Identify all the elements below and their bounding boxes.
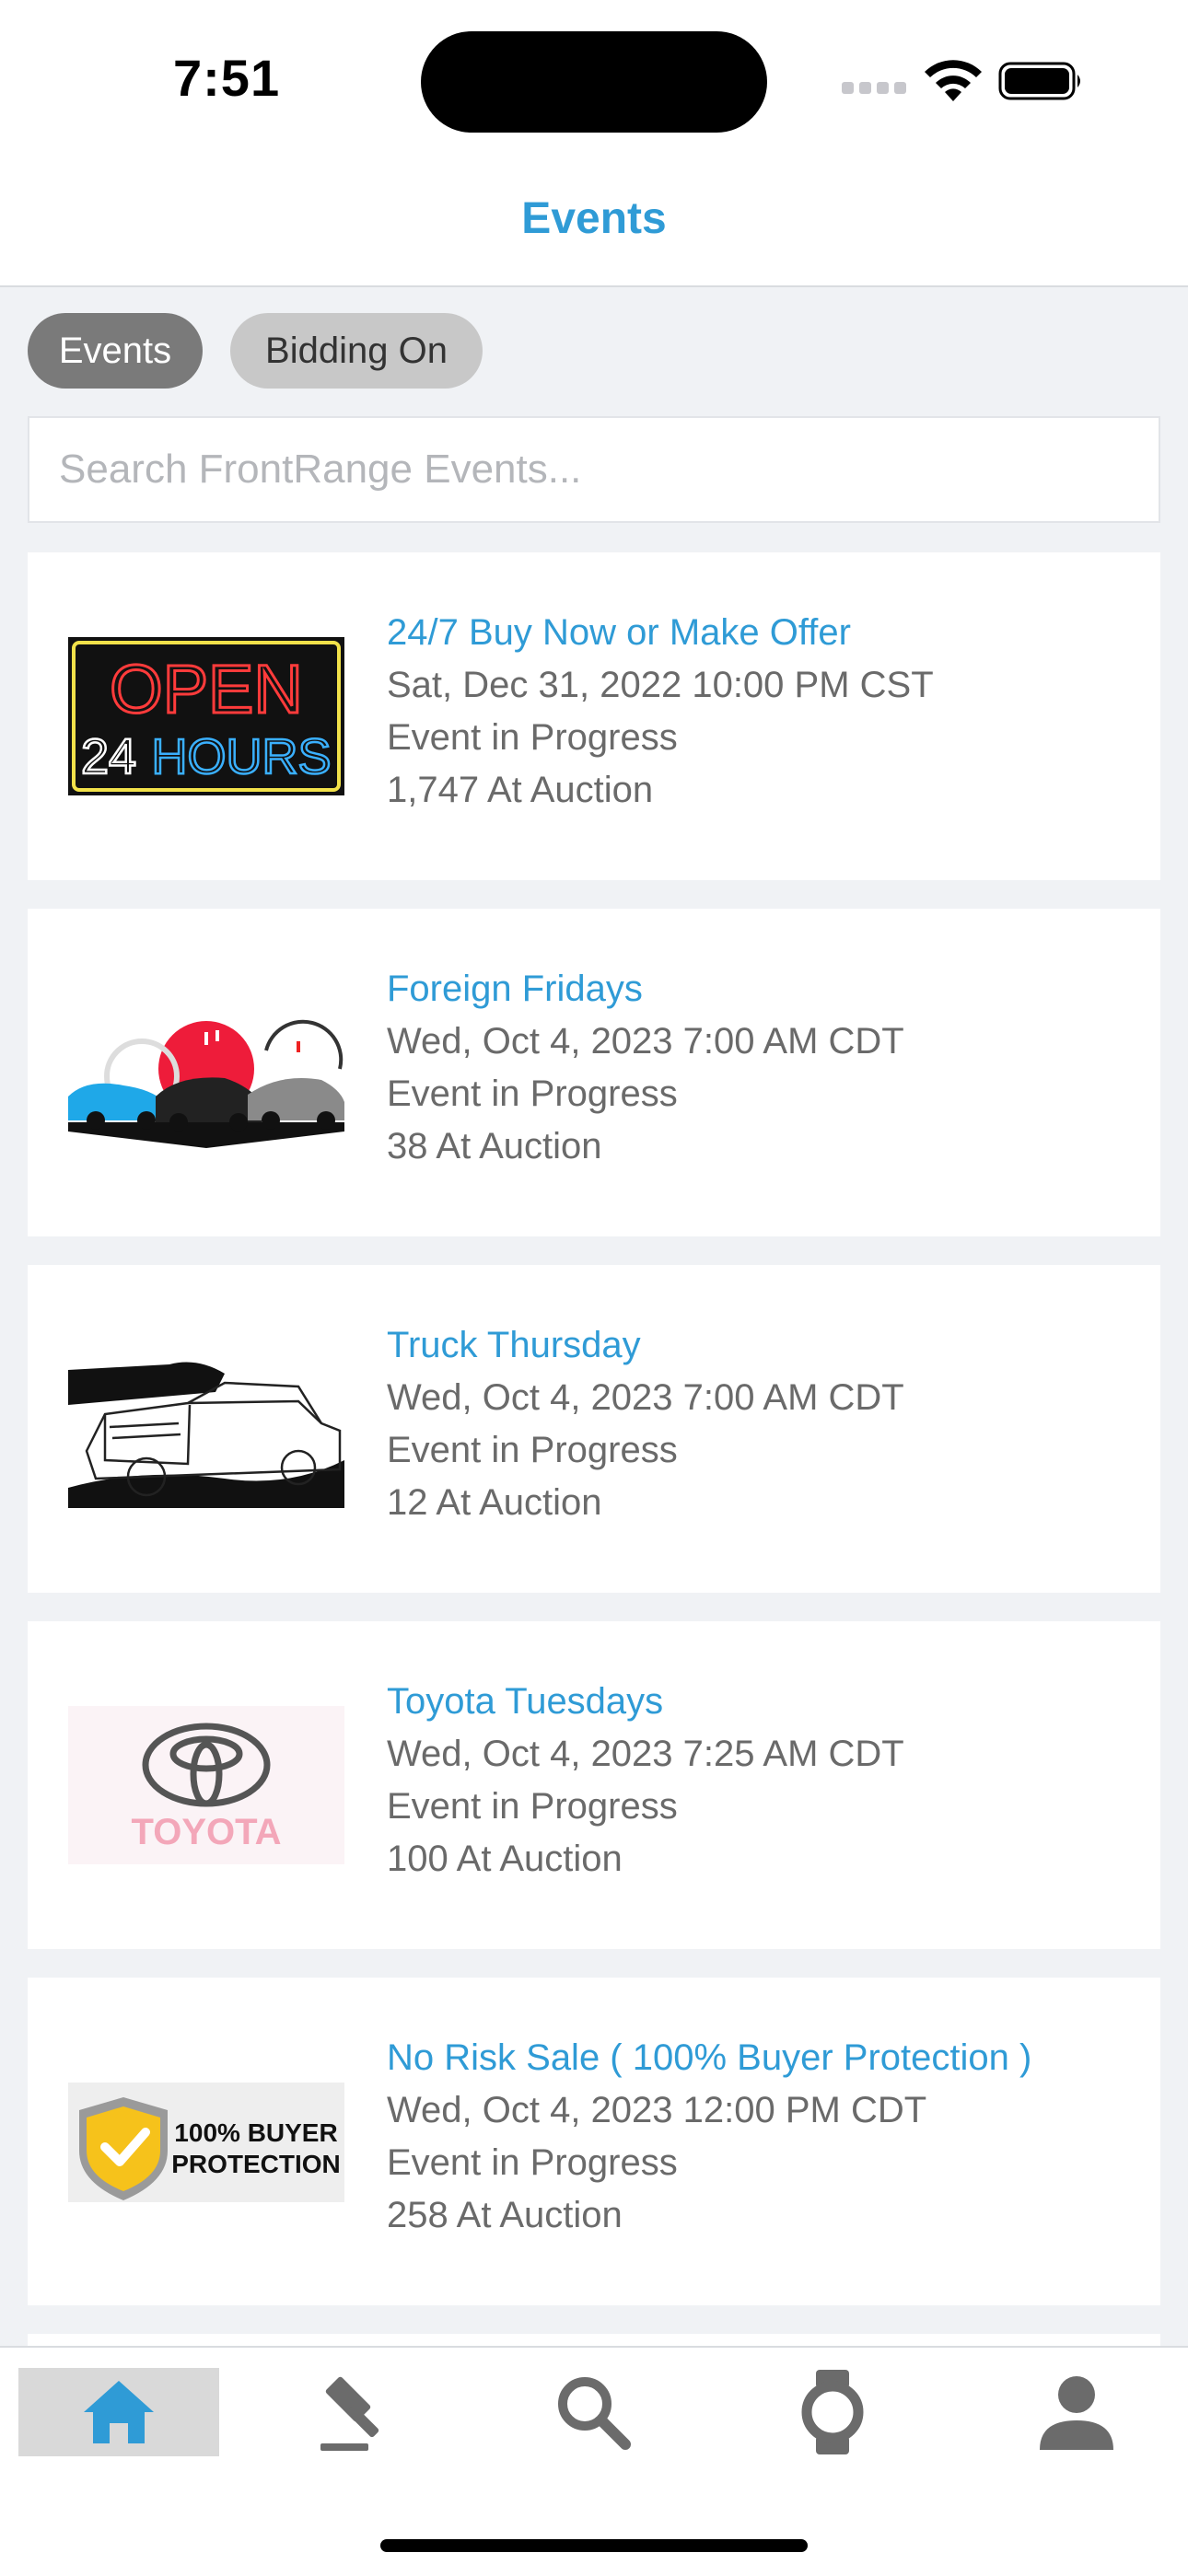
segment-bidding-on[interactable]: Bidding On (230, 313, 483, 389)
pickup-truck-thumbnail (68, 1350, 344, 1508)
page-title: Events (521, 194, 667, 243)
tab-home[interactable] (18, 2368, 219, 2456)
battery-icon (998, 62, 1080, 100)
tab-bids[interactable] (253, 2368, 454, 2456)
event-status: Event in Progress (387, 1430, 678, 1470)
event-count: 100 At Auction (387, 1839, 623, 1879)
event-count: 1,747 At Auction (387, 770, 654, 810)
event-title[interactable]: No Risk Sale ( 100% Buyer Protection ) (387, 2031, 1142, 2084)
toyota-logo-text: TOYOTA (132, 1812, 282, 1852)
event-card[interactable]: OPEN 24 HOURS 24/7 Buy Now or Make Offer… (28, 552, 1160, 880)
status-time: 7:51 (173, 49, 281, 107)
event-card[interactable]: 100% BUYER PROTECTION No Risk Sale ( 100… (28, 1978, 1160, 2305)
event-card[interactable]: TOYOTA Toyota Tuesdays Wed, Oct 4, 2023 … (28, 1621, 1160, 1949)
open-24-hours-thumbnail: OPEN 24 HOURS (68, 637, 344, 795)
event-status: Event in Progress (387, 717, 678, 758)
event-title[interactable]: Foreign Fridays (387, 962, 1142, 1015)
thumb-24-text: 24 (81, 729, 136, 784)
search-icon (558, 2377, 631, 2450)
foreign-cars-thumbnail (68, 993, 344, 1152)
event-date: Wed, Oct 4, 2023 7:00 AM CDT (387, 1377, 904, 1418)
event-date: Sat, Dec 31, 2022 10:00 PM CST (387, 665, 934, 705)
event-title[interactable]: Truck Thursday (387, 1318, 1142, 1372)
nav-header: Events (0, 157, 1188, 287)
event-date: Wed, Oct 4, 2023 7:00 AM CDT (387, 1021, 904, 1062)
thumb-protection-line1: 100% BUYER (174, 2118, 337, 2147)
event-count: 12 At Auction (387, 1482, 602, 1523)
watch-icon (801, 2370, 864, 2454)
toyota-logo-thumbnail: TOYOTA (68, 1706, 344, 1864)
event-status: Event in Progress (387, 1786, 678, 1827)
thumb-protection-line2: PROTECTION (171, 2150, 341, 2178)
event-status: Event in Progress (387, 1073, 678, 1114)
tab-account[interactable] (976, 2368, 1177, 2456)
event-date: Wed, Oct 4, 2023 7:25 AM CDT (387, 1734, 904, 1774)
buyer-protection-thumbnail: 100% BUYER PROTECTION (68, 2083, 344, 2202)
search-input[interactable] (29, 418, 1159, 521)
segment-events[interactable]: Events (28, 313, 203, 389)
home-indicator[interactable] (380, 2539, 808, 2552)
event-card[interactable]: Foreign Fridays Wed, Oct 4, 2023 7:00 AM… (28, 909, 1160, 1236)
home-icon (84, 2381, 154, 2443)
tab-watchlist[interactable] (732, 2368, 933, 2456)
person-icon (1040, 2376, 1113, 2450)
event-count: 258 At Auction (387, 2195, 623, 2235)
status-bar: 7:51 (0, 0, 1188, 157)
event-date: Wed, Oct 4, 2023 12:00 PM CDT (387, 2090, 927, 2130)
event-title[interactable]: Toyota Tuesdays (387, 1675, 1142, 1728)
event-status: Event in Progress (387, 2142, 678, 2183)
thumb-open-text: OPEN (110, 651, 303, 727)
event-title[interactable]: 24/7 Buy Now or Make Offer (387, 606, 1142, 659)
event-card[interactable]: Truck Thursday Wed, Oct 4, 2023 7:00 AM … (28, 1265, 1160, 1593)
gavel-icon (320, 2376, 379, 2451)
event-count: 38 At Auction (387, 1126, 602, 1166)
tab-search[interactable] (493, 2368, 693, 2456)
search-bar (28, 416, 1160, 523)
dynamic-island (421, 31, 767, 133)
wifi-icon (925, 60, 982, 101)
thumb-hours-text: HOURS (151, 729, 331, 784)
signal-icon (842, 75, 906, 94)
